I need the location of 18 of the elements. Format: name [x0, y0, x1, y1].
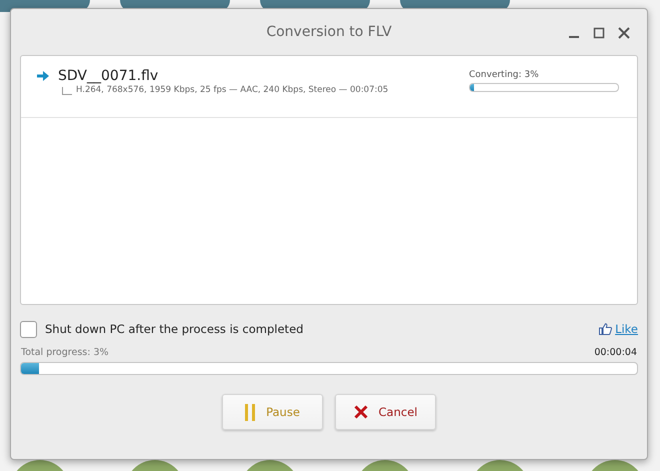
close-icon[interactable] [618, 27, 630, 39]
arrow-icon [37, 71, 49, 81]
checkbox[interactable] [20, 320, 37, 338]
tree-connector-icon [62, 87, 72, 95]
maximize-icon[interactable] [593, 27, 605, 39]
pause-icon [245, 404, 256, 420]
file-details: H.264, 768x576, 1959 Kbps, 25 fps — AAC, 240 Kbps, Stereo — 00:07:05 [76, 85, 388, 95]
window-title: Conversion to FLV [266, 24, 392, 40]
elapsed-time: 00:00:04 [594, 347, 637, 358]
cancel-icon [354, 405, 368, 419]
thumbs-up-icon[interactable] [599, 323, 612, 335]
like-link[interactable]: Like [615, 322, 638, 336]
cancel-button[interactable]: Cancel [335, 394, 436, 430]
file-name: SDV__0071.flv [58, 68, 158, 84]
checkbox-label: Shut down PC after the process is completed [45, 322, 304, 336]
status-label: Converting: 3% [469, 70, 540, 80]
total-progress-label: Total progress: 3% [21, 347, 109, 358]
pause-button[interactable]: Pause [222, 394, 323, 430]
